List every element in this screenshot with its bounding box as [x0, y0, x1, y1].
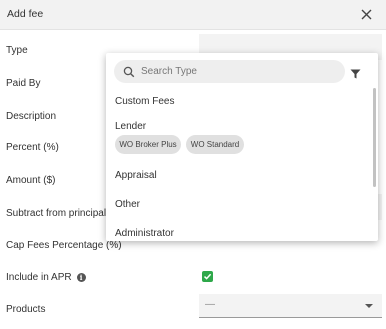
dialog-header: Add fee — [0, 0, 386, 30]
amount-label: Amount ($) — [6, 175, 56, 186]
include-apr-label: Include in APR i — [6, 272, 86, 283]
info-icon[interactable]: i — [76, 273, 86, 282]
option-lender[interactable]: Lender — [115, 121, 146, 132]
products-value: — — [205, 299, 215, 310]
dialog-title: Add fee — [7, 8, 44, 20]
chip-wo-standard[interactable]: WO Standard — [186, 135, 244, 154]
include-apr-text: Include in APR — [6, 272, 72, 283]
filter-icon[interactable] — [350, 66, 361, 84]
type-dropdown: Custom Fees Lender WO Broker Plus WO Sta… — [106, 53, 378, 241]
description-label: Description — [6, 111, 57, 122]
search-box — [114, 60, 345, 83]
type-label: Type — [6, 45, 28, 56]
chip-wo-broker-plus[interactable]: WO Broker Plus — [115, 135, 181, 154]
search-input[interactable] — [141, 64, 331, 79]
percent-label: Percent (%) — [6, 142, 59, 153]
cap-fees-label: Cap Fees Percentage (%) — [6, 240, 122, 251]
option-appraisal[interactable]: Appraisal — [115, 170, 157, 181]
include-apr-checkbox[interactable] — [202, 271, 213, 282]
chevron-down-icon — [365, 304, 373, 308]
close-icon[interactable] — [356, 4, 376, 24]
dropdown-scrollbar[interactable] — [373, 88, 376, 187]
search-icon — [123, 65, 135, 83]
subtract-label: Subtract from principal — [6, 208, 107, 219]
paid-by-label: Paid By — [6, 78, 41, 89]
check-icon — [203, 273, 212, 280]
option-administrator[interactable]: Administrator — [115, 228, 174, 239]
option-custom-fees[interactable]: Custom Fees — [115, 96, 174, 107]
option-other[interactable]: Other — [115, 199, 140, 210]
products-select[interactable]: — — [199, 294, 382, 318]
products-label: Products — [6, 304, 46, 315]
